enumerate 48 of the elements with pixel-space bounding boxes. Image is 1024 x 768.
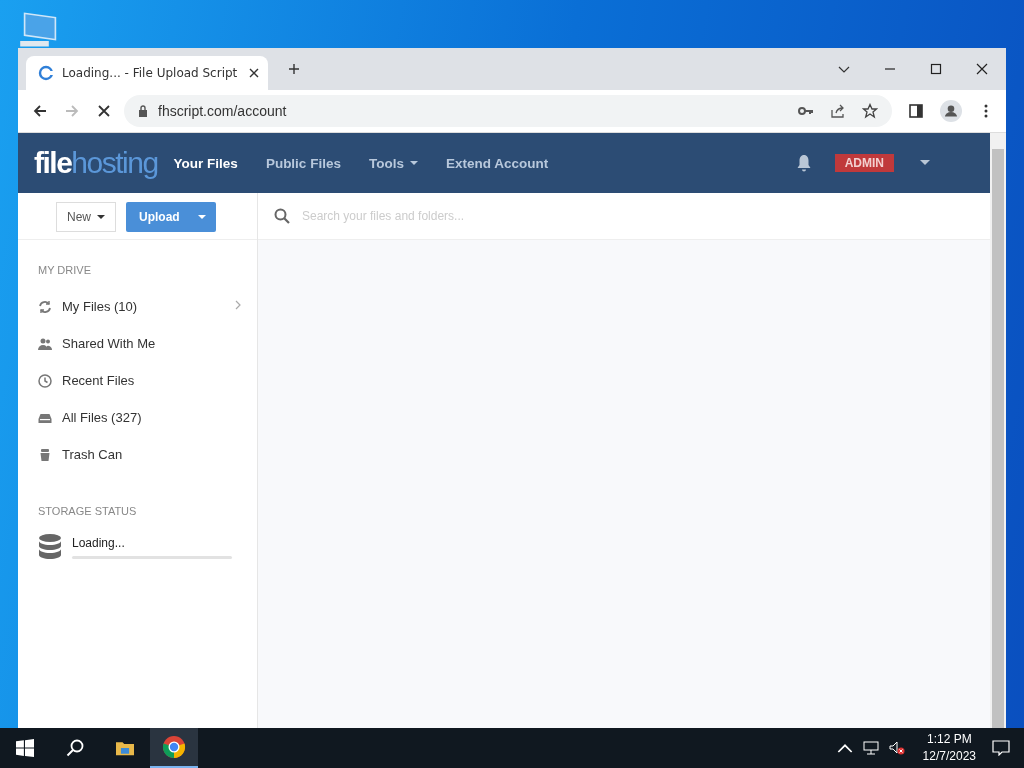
sidebar-item[interactable]: Recent Files xyxy=(18,362,257,399)
section-heading: STORAGE STATUS xyxy=(37,504,138,517)
sidebar-item[interactable]: Shared With Me xyxy=(18,325,257,362)
maximize-icon[interactable] xyxy=(930,63,942,75)
muted-speaker-icon[interactable] xyxy=(888,741,905,755)
taskbar-button[interactable] xyxy=(150,728,198,768)
address-text: fhscript.com/account xyxy=(158,103,287,119)
share-icon[interactable] xyxy=(830,103,846,119)
sync-icon xyxy=(38,299,52,314)
lock-icon xyxy=(138,105,148,117)
search-icon xyxy=(274,208,290,224)
clock-date[interactable]: 12/7/2023 xyxy=(922,748,976,765)
star-icon[interactable] xyxy=(862,103,878,119)
windows-start-icon[interactable] xyxy=(16,739,34,757)
site-logo[interactable]: filehosting xyxy=(34,146,158,180)
clock-icon xyxy=(38,373,52,388)
caret-icon[interactable] xyxy=(920,160,930,166)
notification-icon[interactable] xyxy=(992,740,1010,756)
database-icon xyxy=(38,533,62,561)
clock-time[interactable]: 1:12 PM xyxy=(926,731,972,748)
search-icon[interactable] xyxy=(66,739,84,757)
tab-title: Loading... - File Upload Script xyxy=(62,66,239,80)
browser-icon xyxy=(162,735,186,759)
new-button[interactable]: New xyxy=(56,202,116,232)
nav-link[interactable]: Tools xyxy=(368,155,418,171)
trash-icon xyxy=(38,447,52,462)
close-icon[interactable] xyxy=(248,67,260,79)
sidebar-item[interactable]: My Files (10) xyxy=(18,288,257,325)
sidebar-item[interactable]: Trash Can xyxy=(18,436,257,473)
new-tab-icon[interactable] xyxy=(288,63,300,75)
users-icon xyxy=(38,336,52,351)
stop-icon[interactable] xyxy=(96,103,112,119)
side-panel-icon[interactable] xyxy=(908,103,924,119)
network-icon[interactable] xyxy=(862,741,879,755)
profile-icon[interactable] xyxy=(940,100,962,122)
address-bar[interactable]: fhscript.com/account xyxy=(124,95,892,127)
browser-tab[interactable]: Loading... - File Upload Script xyxy=(26,56,268,90)
user-role-badge[interactable]: ADMIN xyxy=(834,154,894,172)
nav-link[interactable]: Extend Account xyxy=(445,155,549,171)
folder-icon[interactable] xyxy=(116,739,134,757)
storage-status-text: Loading... xyxy=(72,535,126,550)
sidebar-item[interactable]: All Files (327) xyxy=(18,399,257,436)
section-heading: MY DRIVE xyxy=(37,263,92,276)
nav-link[interactable]: Your Files xyxy=(173,155,238,171)
nav-link[interactable]: Public Files xyxy=(265,155,341,171)
back-icon[interactable] xyxy=(32,103,48,119)
favicon-icon xyxy=(38,65,54,81)
close-icon[interactable] xyxy=(976,63,988,75)
